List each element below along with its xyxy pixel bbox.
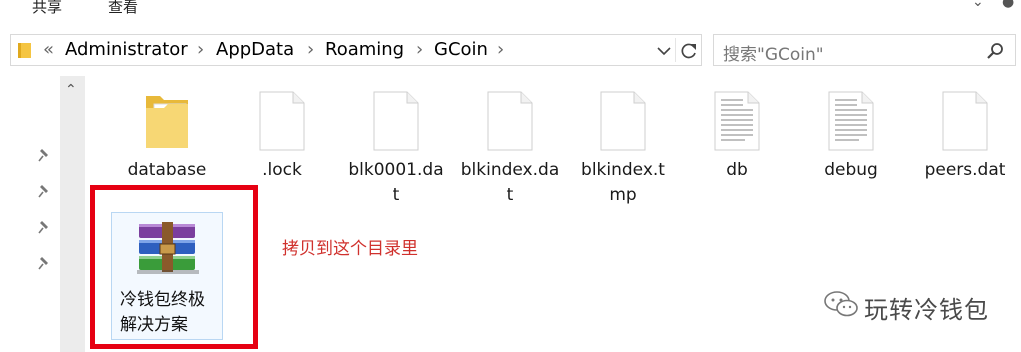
pin-icon[interactable] (37, 183, 53, 199)
file-item-blk0001[interactable]: blk0001.dat (346, 90, 446, 208)
file-item-peers[interactable]: peers.dat (915, 90, 1015, 183)
chevron-down-icon[interactable] (654, 42, 674, 60)
crumb-separator[interactable]: › (307, 39, 314, 60)
watermark-text: 玩转冷钱包 (864, 296, 989, 324)
overflow-chevron[interactable]: « (43, 39, 54, 60)
file-icon (600, 91, 646, 151)
crumb-gcoin[interactable]: GCoin (434, 39, 488, 60)
file-name: debug (824, 160, 878, 180)
crumb-administrator[interactable]: Administrator (65, 39, 188, 60)
file-name: db (726, 160, 748, 180)
file-item-lock[interactable]: .lock (232, 90, 332, 183)
crumb-separator[interactable]: › (197, 39, 204, 60)
tab-view[interactable]: 查看 (108, 0, 138, 17)
file-icon (942, 91, 988, 151)
folder-icon (18, 43, 31, 58)
ribbon-collapse-icon[interactable]: ⌄ (972, 0, 984, 10)
search-icon[interactable] (986, 42, 1004, 60)
crumb-separator[interactable]: › (497, 39, 504, 60)
file-name: database (127, 160, 207, 180)
folder-icon (146, 96, 188, 148)
file-icon (259, 91, 305, 151)
address-bar[interactable]: « Administrator › AppData › Roaming › GC… (10, 34, 702, 66)
file-item-blkindex-dat[interactable]: blkindex.dat (460, 90, 560, 208)
file-item-db[interactable]: db (687, 90, 787, 183)
nav-scrollbar[interactable] (60, 76, 85, 352)
red-highlight-box (90, 185, 258, 349)
file-item-blkindex-tmp[interactable]: blkindex.tmp (573, 90, 673, 208)
tab-share[interactable]: 共享 (32, 0, 62, 17)
text-file-icon (828, 91, 874, 151)
file-name: peers.dat (924, 160, 1006, 180)
refresh-icon[interactable] (679, 41, 699, 61)
file-name: blkindex.dat (460, 160, 560, 205)
crumb-appdata[interactable]: AppData (216, 39, 294, 60)
search-input[interactable]: 搜索"GCoin" (723, 40, 824, 65)
crumb-roaming[interactable]: Roaming (325, 39, 404, 60)
file-icon (487, 91, 533, 151)
divider (675, 38, 676, 62)
ribbon: 共享 查看 ⌄ ● (0, 0, 1021, 24)
annotation-text: 拷贝到这个目录里 (282, 239, 418, 259)
text-file-icon (714, 91, 760, 151)
file-item-debug[interactable]: debug (801, 90, 901, 183)
wechat-icon (824, 291, 858, 317)
file-name: blkindex.tmp (581, 160, 665, 205)
pin-icon[interactable] (37, 147, 53, 163)
pin-icon[interactable] (37, 219, 53, 235)
search-box[interactable]: 搜索"GCoin" (713, 34, 1016, 66)
help-icon[interactable]: ● (1002, 0, 1014, 10)
file-item-database[interactable]: database (117, 90, 217, 183)
scroll-up-icon[interactable]: ⌃ (65, 82, 77, 98)
file-name: .lock (262, 160, 302, 180)
pin-icon[interactable] (37, 255, 53, 271)
navigation-pane (0, 76, 60, 352)
file-icon (373, 91, 419, 151)
file-name: blk0001.dat (348, 160, 444, 205)
crumb-separator[interactable]: › (416, 39, 423, 60)
